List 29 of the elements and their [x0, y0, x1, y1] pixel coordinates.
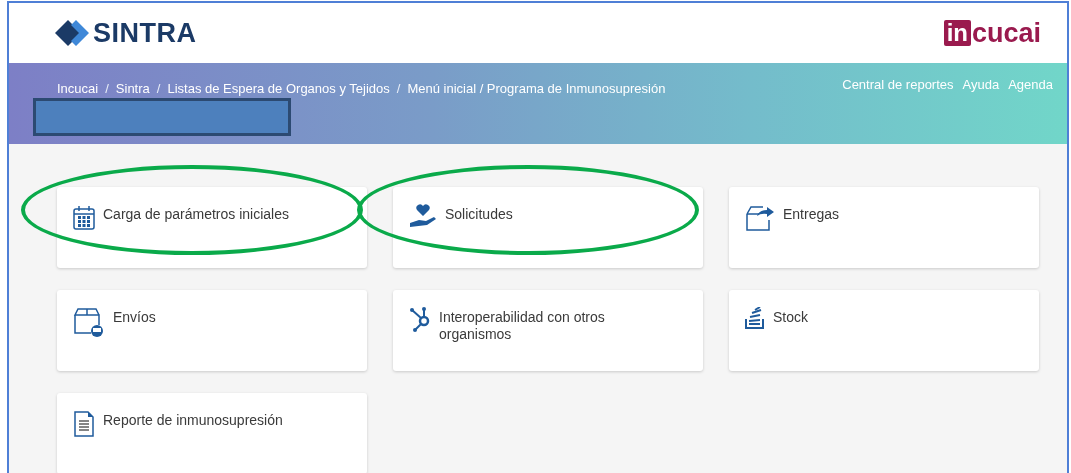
diamond-logo-icon: [55, 20, 89, 46]
card-title: Carga de parámetros iniciales: [103, 206, 289, 223]
document-icon: [73, 410, 95, 438]
stack-icon: [745, 307, 765, 329]
breadcrumb-separator: /: [396, 81, 401, 96]
logo-text: SINTRA: [93, 17, 197, 49]
breadcrumb-separator: /: [156, 81, 161, 96]
breadcrumb-separator: /: [105, 81, 109, 96]
card-title: Envíos: [113, 309, 156, 326]
heart-in-hand-icon: [409, 204, 437, 228]
menu-card[interactable]: Stock: [729, 290, 1039, 371]
card-title: Interoperabilidad con otros organismos: [439, 309, 606, 343]
card-title: Reporte de inmunosupresión: [103, 412, 283, 429]
menu-card[interactable]: Interoperabilidad con otros organismos: [393, 290, 703, 371]
menu-card[interactable]: Solicitudes: [393, 187, 703, 268]
box-truck-icon: [73, 307, 105, 337]
hub-icon: [409, 307, 431, 333]
partner-logo-mark: in: [943, 20, 971, 46]
breadcrumb-link[interactable]: Incucai: [57, 81, 99, 96]
menu-card[interactable]: Carga de parámetros iniciales: [57, 187, 367, 268]
menu-card[interactable]: Envíos: [57, 290, 367, 371]
card-title: Stock: [773, 309, 808, 326]
card-title: Solicitudes: [445, 206, 513, 223]
partner-logo-text: cucai: [971, 20, 1041, 46]
card-title: Entregas: [783, 206, 840, 223]
box-arrow-icon: [745, 204, 775, 232]
menu-card[interactable]: Reporte de inmunosupresión: [57, 393, 367, 473]
menu-card[interactable]: Entregas: [729, 187, 1039, 268]
calendar-icon: [73, 204, 95, 230]
